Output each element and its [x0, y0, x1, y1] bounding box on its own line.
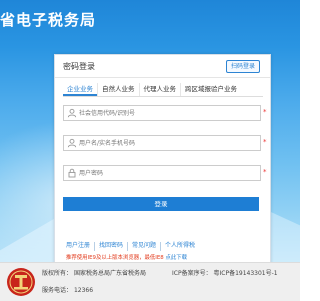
phone-value: 12366 [73, 287, 94, 294]
help-links: 用户注册 找回密码 常见问题 个人所得税 [66, 242, 199, 251]
register-link[interactable]: 用户注册 [66, 242, 94, 251]
username-required-mark: * [263, 138, 267, 146]
user-icon [67, 138, 77, 148]
browser-notice-text: 推荐使用IE9及以上版本浏览器，最低IE8 [66, 255, 164, 261]
credit-code-required-mark: * [263, 108, 267, 116]
credit-code-field[interactable] [63, 105, 261, 121]
tax-emblem-icon [7, 268, 35, 296]
tab-cross-region[interactable]: 跨区域报验户业务 [180, 83, 241, 96]
tab-agent[interactable]: 代理人业务 [138, 83, 181, 96]
qr-login-button[interactable]: 扫码登录 [225, 60, 260, 73]
icp-label: ICP备案序号： [172, 270, 212, 277]
login-button[interactable]: 登录 [63, 197, 259, 211]
username-input[interactable] [79, 136, 249, 150]
login-card: 密码登录 扫码登录 企业业务 自然人业务 代理人业务 跨区域报验户业务 * * … [54, 54, 271, 288]
login-type-tabs: 企业业务 自然人业务 代理人业务 跨区域报验户业务 [63, 83, 263, 97]
password-login-title: 密码登录 [63, 62, 95, 71]
password-required-mark: * [263, 168, 267, 176]
id-card-icon [67, 108, 77, 118]
icp-value[interactable]: 粤ICP备19143301号-1 [214, 270, 278, 277]
site-title: 省电子税务局 [0, 11, 97, 29]
browser-download-link[interactable]: 点此下载 [165, 255, 187, 261]
password-field[interactable] [63, 165, 261, 181]
recover-password-link[interactable]: 找回密码 [94, 242, 127, 251]
phone-label: 服务电话： [42, 287, 73, 294]
footer: 版权所有： 国家税务总局广东省税务局 ICP备案序号： 粤ICP备1914330… [0, 262, 300, 301]
personal-income-tax-link[interactable]: 个人所得税 [160, 242, 199, 251]
copyright-value: 国家税务总局广东省税务局 [73, 270, 146, 277]
tab-individual[interactable]: 自然人业务 [97, 83, 139, 96]
footer-copyright-row: 版权所有： 国家税务总局广东省税务局 [42, 268, 146, 277]
username-field[interactable] [63, 135, 261, 151]
copyright-label: 版权所有： [42, 270, 73, 277]
lock-icon [68, 168, 76, 178]
credit-code-input[interactable] [79, 106, 249, 120]
faq-link[interactable]: 常见问题 [127, 242, 160, 251]
footer-icp-row: ICP备案序号： 粤ICP备19143301号-1 [172, 268, 278, 277]
tab-enterprise[interactable]: 企业业务 [63, 83, 97, 96]
footer-phone-row: 服务电话： 12366 [42, 285, 93, 294]
login-card-header: 密码登录 扫码登录 [55, 55, 270, 78]
password-input[interactable] [79, 166, 249, 180]
